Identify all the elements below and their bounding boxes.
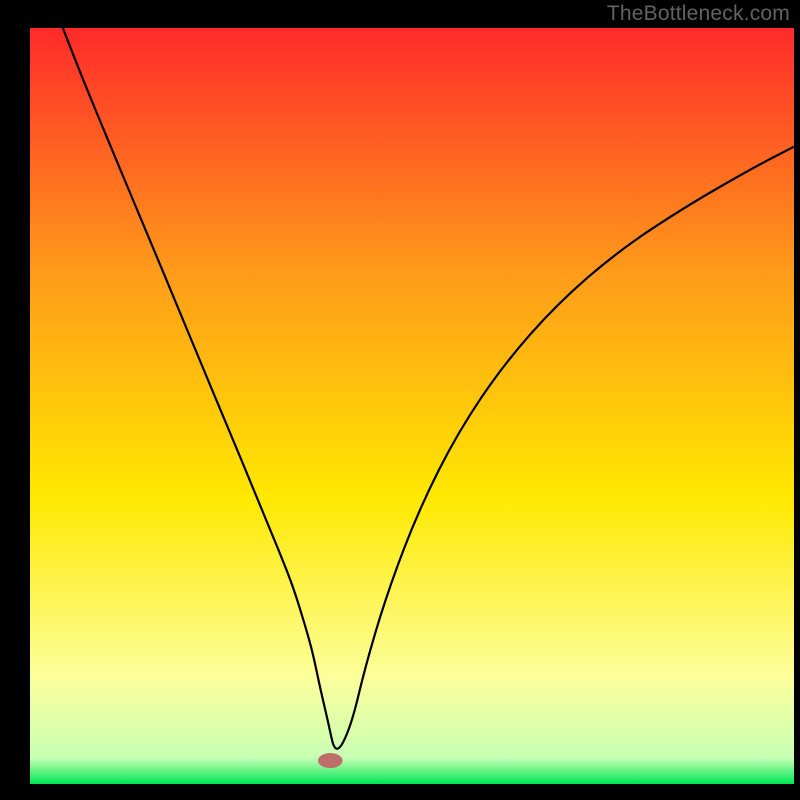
plot-background bbox=[30, 28, 794, 784]
optimal-point-marker bbox=[318, 753, 342, 768]
watermark-label: TheBottleneck.com bbox=[607, 2, 790, 26]
chart-container: TheBottleneck.com bbox=[0, 0, 800, 800]
bottleneck-chart bbox=[0, 0, 800, 800]
